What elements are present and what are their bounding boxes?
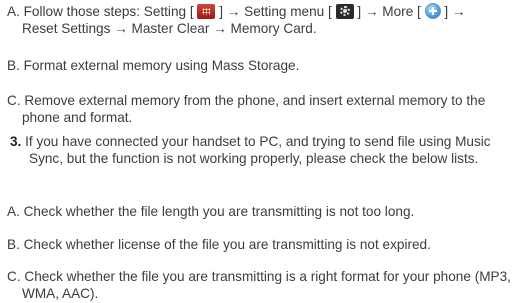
step-a-prefix: A. Follow those steps: Setting [	[7, 4, 194, 19]
item-3-text: If you have connected your handset to PC…	[25, 134, 491, 166]
step-b-format-memory: B. Format external memory using Mass Sto…	[7, 58, 300, 73]
check-c-format: C. Check whether the file you are transm…	[7, 269, 511, 301]
numbered-item-3: 3. If you have connected your handset to…	[10, 133, 524, 167]
plus-icon	[424, 3, 441, 19]
step-a-mid2: ] → More [	[357, 4, 421, 19]
step-a-mid1: ] → Setting menu [	[219, 4, 332, 19]
step-a-line2: Reset Settings → Master Clear → Memory C…	[22, 21, 317, 36]
apps-icon	[197, 4, 216, 19]
step-c-remove-memory: C. Remove external memory from the phone…	[7, 93, 486, 125]
settings-gear-icon	[335, 4, 354, 19]
check-b-license: B. Check whether license of the file you…	[7, 237, 431, 252]
check-a-file-length: A. Check whether the file length you are…	[7, 204, 415, 219]
step-a-mid3: ] →	[444, 4, 466, 19]
item-number: 3.	[10, 134, 22, 149]
step-a-follow-steps: A. Follow those steps: Setting [ ] → Set…	[7, 3, 524, 37]
